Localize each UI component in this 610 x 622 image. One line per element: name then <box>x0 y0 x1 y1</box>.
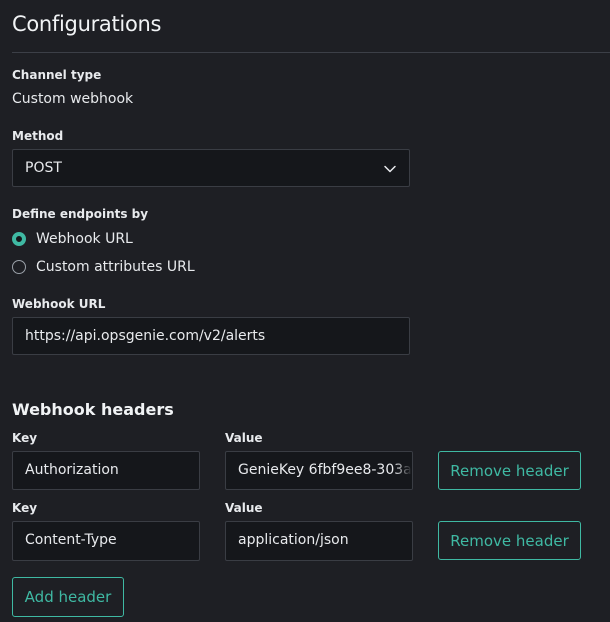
header-key-label: Key <box>12 431 38 445</box>
header-key-input[interactable]: Authorization <box>12 451 200 490</box>
overflow-fade <box>394 452 412 489</box>
page-title: Configurations <box>12 12 162 36</box>
header-value-value: application/json <box>238 532 349 548</box>
method-select-value: POST <box>25 160 62 176</box>
channel-type-value: Custom webhook <box>12 91 134 107</box>
webhook-headers-title: Webhook headers <box>12 400 174 419</box>
endpoints-label: Define endpoints by <box>12 207 149 221</box>
radio-webhook-url-label: Webhook URL <box>36 231 133 247</box>
header-value-label: Value <box>225 501 263 515</box>
header-key-input[interactable]: Content-Type <box>12 521 200 561</box>
radio-custom-attributes-url-label: Custom attributes URL <box>36 259 195 275</box>
webhook-url-label: Webhook URL <box>12 297 106 311</box>
title-divider <box>12 52 610 53</box>
channel-type-label: Channel type <box>12 68 102 82</box>
header-key-label: Key <box>12 501 38 515</box>
remove-header-button[interactable]: Remove header <box>438 451 581 490</box>
add-header-button[interactable]: Add header <box>12 577 124 617</box>
method-select[interactable]: POST <box>12 149 410 187</box>
header-value-input[interactable]: application/json <box>225 521 413 561</box>
method-label: Method <box>12 129 64 143</box>
chevron-down-icon <box>384 165 396 173</box>
radio-unchecked-indicator[interactable] <box>12 260 26 274</box>
header-key-value: Content-Type <box>25 532 117 548</box>
radio-custom-attributes-url[interactable]: Custom attributes URL <box>12 258 195 276</box>
webhook-url-value: https://api.opsgenie.com/v2/alerts <box>25 328 266 344</box>
webhook-url-input[interactable]: https://api.opsgenie.com/v2/alerts <box>12 317 410 355</box>
radio-webhook-url[interactable]: Webhook URL <box>12 230 133 248</box>
radio-checked-indicator[interactable] <box>12 232 26 246</box>
header-value-label: Value <box>225 431 263 445</box>
header-value-input[interactable]: GenieKey 6fbf9ee8-303a- <box>225 451 413 490</box>
remove-header-button[interactable]: Remove header <box>438 521 581 560</box>
header-key-value: Authorization <box>25 462 119 478</box>
header-value-value: GenieKey 6fbf9ee8-303a- <box>238 462 413 478</box>
